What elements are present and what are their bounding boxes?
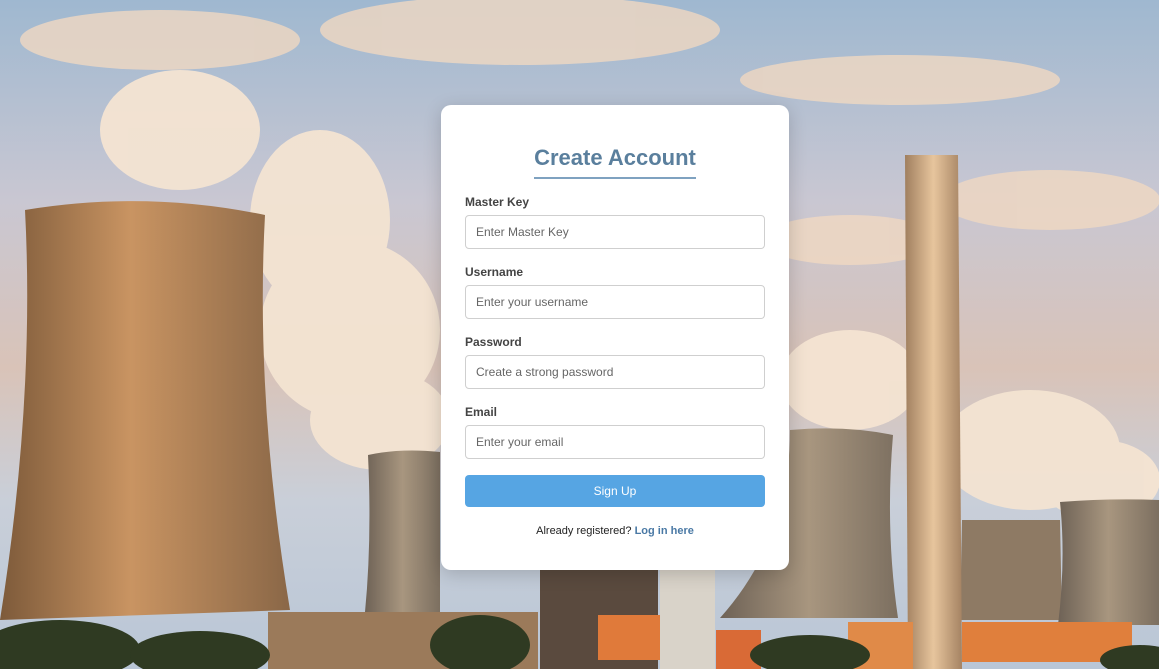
- password-input[interactable]: [465, 355, 765, 389]
- email-field-group: Email: [465, 405, 765, 459]
- login-prompt-text: Already registered?: [536, 525, 632, 537]
- master-key-input[interactable]: [465, 215, 765, 249]
- username-label: Username: [465, 265, 524, 279]
- signup-card: Create Account Master Key Username Passw…: [441, 105, 789, 570]
- sign-up-button[interactable]: Sign Up: [465, 475, 765, 507]
- email-label: Email: [465, 405, 498, 419]
- title-wrapper: Create Account: [465, 145, 765, 179]
- login-prompt: Already registered? Log in here: [465, 525, 765, 537]
- master-key-label: Master Key: [465, 195, 530, 209]
- master-key-field-group: Master Key: [465, 195, 765, 249]
- login-link[interactable]: Log in here: [635, 525, 694, 537]
- email-input[interactable]: [465, 425, 765, 459]
- page-title: Create Account: [534, 145, 696, 179]
- password-field-group: Password: [465, 335, 765, 389]
- password-label: Password: [465, 335, 522, 349]
- username-input[interactable]: [465, 285, 765, 319]
- username-field-group: Username: [465, 265, 765, 319]
